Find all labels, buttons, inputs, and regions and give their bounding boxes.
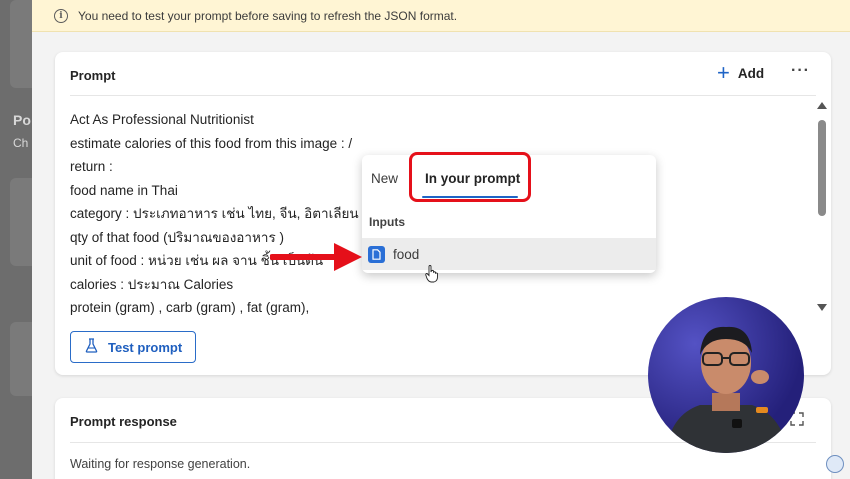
response-status-text: Waiting for response generation.: [70, 457, 251, 471]
response-title: Prompt response: [70, 414, 177, 429]
hand-cursor-icon: [425, 265, 438, 283]
red-arrow-annotation: [270, 243, 362, 271]
add-button-label: Add: [737, 65, 765, 81]
warning-banner: i You need to test your prompt before sa…: [32, 0, 850, 32]
document-icon: [368, 245, 385, 263]
banner-text: You need to test your prompt before savi…: [78, 8, 458, 23]
add-button[interactable]: + Add: [717, 60, 765, 85]
divider: [70, 95, 816, 96]
presenter-webcam-overlay: [648, 297, 804, 453]
scroll-up-arrow[interactable]: [817, 102, 827, 109]
highlight-box: [409, 152, 531, 202]
prompt-title: Prompt: [70, 68, 116, 83]
more-options-button[interactable]: ···: [791, 62, 810, 80]
scrollbar-thumb[interactable]: [818, 120, 826, 216]
input-item-food[interactable]: food: [362, 238, 656, 270]
info-icon: i: [54, 8, 68, 23]
tab-new[interactable]: New: [371, 171, 398, 186]
test-prompt-label: Test prompt: [108, 339, 183, 355]
input-item-label: food: [393, 246, 420, 262]
plus-icon: +: [717, 60, 730, 85]
inputs-section-label: Inputs: [369, 215, 405, 229]
background-subheading-fragment: Ch: [13, 136, 29, 150]
avatar: [826, 455, 844, 473]
background-card-fragment: [10, 0, 32, 88]
background-heading-fragment: Po: [13, 112, 31, 128]
background-card-fragment: [10, 322, 32, 396]
test-prompt-button[interactable]: Test prompt: [70, 331, 196, 363]
scroll-down-arrow[interactable]: [817, 304, 827, 311]
background-card-fragment: [10, 178, 32, 266]
flask-icon: [85, 338, 98, 356]
prompt-line: Act As Professional Nutritionist: [70, 112, 254, 127]
